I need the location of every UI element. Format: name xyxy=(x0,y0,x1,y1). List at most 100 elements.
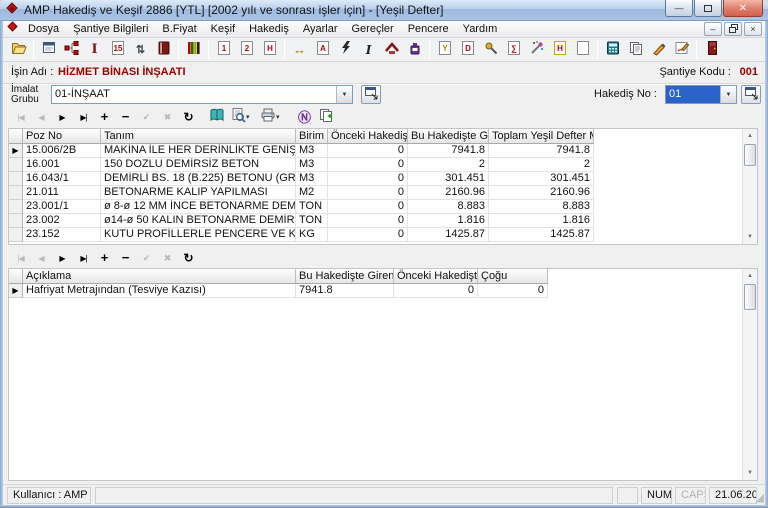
imalat-grubu-combobox[interactable]: 01-İNŞAAT ▼ xyxy=(51,85,353,104)
pozlar-cell[interactable]: MAKİNA İLE HER DERİNLİKTE GENİŞ DERİN YU… xyxy=(101,144,296,158)
pozlar-cell[interactable]: 2 xyxy=(489,158,594,172)
parameters-button[interactable]: ⇅ xyxy=(129,39,152,61)
pozlar-row-selector[interactable] xyxy=(9,186,23,200)
nav1-print-button[interactable] xyxy=(257,108,278,126)
pozlar-cell[interactable]: 0 xyxy=(328,144,408,158)
lightning-button[interactable] xyxy=(334,39,357,61)
pozlar-cell[interactable]: 7941.8 xyxy=(408,144,489,158)
nav1-print-preview-dropdown[interactable]: ▾ xyxy=(246,113,255,121)
doc-y-button[interactable]: Y xyxy=(433,39,456,61)
minimize-button[interactable]: — xyxy=(665,0,693,17)
library-button[interactable] xyxy=(182,39,205,61)
nav2-delete-button[interactable]: − xyxy=(115,249,136,267)
pozlar-cell[interactable]: 2 xyxy=(408,158,489,172)
pozlar-cell[interactable]: 23.002 xyxy=(23,214,101,228)
current-row-indicator[interactable]: ▶ xyxy=(9,144,23,158)
pozlar-cell[interactable]: 0 xyxy=(328,172,408,186)
aciklama-cell[interactable]: Hafriyat Metrajından (Tesviye Kazısı) xyxy=(23,284,296,298)
exit-door-button[interactable] xyxy=(700,39,723,61)
nav2-refresh-button[interactable]: ↻ xyxy=(178,249,199,267)
pozlar-row-2[interactable]: 16.001150 DOZLU DEMİRSİZ BETONM3022 xyxy=(9,158,594,172)
pozlar-cell[interactable]: 7941.8 xyxy=(489,144,594,158)
book-h-button[interactable]: H xyxy=(548,39,571,61)
pozlar-cell[interactable]: DEMİRLİ BS. 18 (B.225) BETONU (GRANULOME… xyxy=(101,172,296,186)
aciklama-cell[interactable]: 0 xyxy=(478,284,548,298)
current-row-indicator[interactable]: ▶ xyxy=(9,284,23,298)
nav2-insert-button[interactable]: + xyxy=(94,249,115,267)
italic-i-button[interactable]: I xyxy=(357,39,380,61)
menu-item-5[interactable]: Hakediş xyxy=(242,21,296,37)
aciklama-column-header-2[interactable]: Bu Hakedişte Giren xyxy=(296,269,394,284)
doc-2-button[interactable]: 2 xyxy=(235,39,258,61)
pozlar-row-7[interactable]: 23.152KUTU PROFİLLERLE PENCERE VE KAPI Y… xyxy=(9,228,594,242)
pozlar-cell[interactable]: 150 DOZLU DEMİRSİZ BETON xyxy=(101,158,296,172)
nav1-print-dropdown[interactable]: ▾ xyxy=(276,113,285,121)
menu-item-7[interactable]: Gereçler xyxy=(345,21,401,37)
pozlar-column-header-5[interactable]: Bu Hakedişte Giren xyxy=(408,129,489,144)
pozlar-cell[interactable]: TON xyxy=(296,200,328,214)
pozlar-cell[interactable]: 0 xyxy=(328,200,408,214)
pozlar-column-header-2[interactable]: Tanım xyxy=(101,129,296,144)
nav1-delete-button[interactable]: − xyxy=(115,108,136,126)
menu-item-9[interactable]: Yardım xyxy=(456,21,505,37)
pozlar-row-selector[interactable] xyxy=(9,200,23,214)
nav1-print-preview-button[interactable] xyxy=(227,108,248,126)
nav2-next-button[interactable]: ▶ xyxy=(52,249,73,267)
menu-item-3[interactable]: B.Fiyat xyxy=(155,21,203,37)
aciklama-column-header-1[interactable]: Açıklama xyxy=(23,269,296,284)
pozlar-cell[interactable]: ø14-ø 50 KALIN BETONARME DEMİRİ BÜKÜLÜP … xyxy=(101,214,296,228)
pozlar-cell[interactable]: 0 xyxy=(328,228,408,242)
imalat-grubu-dropdown-button[interactable]: ▼ xyxy=(336,86,352,103)
aciklama-column-header-3[interactable]: Önceki Hakedişten xyxy=(394,269,478,284)
site-tree-button[interactable] xyxy=(60,39,83,61)
menu-item-2[interactable]: Şantiye Bilgileri xyxy=(66,21,155,37)
pozlar-column-header-1[interactable]: Poz No xyxy=(23,129,101,144)
hakedis-no-combobox[interactable]: 01 ▼ xyxy=(665,85,737,104)
open-file-button[interactable] xyxy=(7,39,30,61)
pozlar-cell[interactable]: 8.883 xyxy=(408,200,489,214)
pozlar-cell[interactable]: KUTU PROFİLLERLE PENCERE VE KAPI YAPILMA… xyxy=(101,228,296,242)
pozlar-cell[interactable]: M3 xyxy=(296,158,328,172)
doc-d-button[interactable]: D xyxy=(456,39,479,61)
aciklama-cell[interactable]: 0 xyxy=(394,284,478,298)
pozlar-cell[interactable]: 15.006/2B xyxy=(23,144,101,158)
pozlar-row-6[interactable]: 23.002ø14-ø 50 KALIN BETONARME DEMİRİ BÜ… xyxy=(9,214,594,228)
pozlar-cell[interactable]: 23.001/1 xyxy=(23,200,101,214)
pozlar-cell[interactable]: 2160.96 xyxy=(489,186,594,200)
red-book-button[interactable] xyxy=(152,39,175,61)
pozlar-cell[interactable]: 2160.96 xyxy=(408,186,489,200)
pozlar-cell[interactable]: 1425.87 xyxy=(489,228,594,242)
hakedis-no-detail-button[interactable] xyxy=(741,85,761,104)
resize-grip[interactable]: ◢ xyxy=(756,491,764,504)
aciklama-column-header-4[interactable]: Çoğu xyxy=(478,269,548,284)
pozlar-cell[interactable]: 16.043/1 xyxy=(23,172,101,186)
pozlar-cell[interactable]: 1.816 xyxy=(408,214,489,228)
pozlar-cell[interactable]: 301.451 xyxy=(408,172,489,186)
scroll-up-icon[interactable]: ▲ xyxy=(743,129,757,143)
pozlar-cell[interactable]: 21.011 xyxy=(23,186,101,200)
pozlar-cell[interactable]: M3 xyxy=(296,172,328,186)
aciklama-row-1[interactable]: ▶Hafriyat Metrajından (Tesviye Kazısı)79… xyxy=(9,284,548,298)
pozlar-row-3[interactable]: 16.043/1DEMİRLİ BS. 18 (B.225) BETONU (G… xyxy=(9,172,594,186)
scroll-down-icon[interactable]: ▼ xyxy=(743,466,757,480)
pozlar-cell[interactable]: 23.152 xyxy=(23,228,101,242)
pozlar-row-5[interactable]: 23.001/1ø 8-ø 12 MM İNCE BETONARME DEMİR… xyxy=(9,200,594,214)
nav1-export-n-button[interactable]: Ⓝ xyxy=(294,108,315,126)
menu-item-1[interactable]: Dosya xyxy=(21,21,66,37)
nav1-last-button[interactable]: ▶| xyxy=(73,108,94,126)
pozlar-cell[interactable]: TON xyxy=(296,214,328,228)
pozlar-row-selector[interactable] xyxy=(9,158,23,172)
imalat-grubu-detail-button[interactable] xyxy=(361,85,381,104)
roof-button[interactable] xyxy=(380,39,403,61)
doc-a-button[interactable]: A xyxy=(311,39,334,61)
grid1-vertical-scrollbar[interactable]: ▲ ▼ xyxy=(742,129,757,244)
doc-blank-button[interactable] xyxy=(571,39,594,61)
nav1-copy-add-button[interactable] xyxy=(315,108,336,126)
monument-button[interactable]: I xyxy=(83,39,106,61)
mdi-restore-button[interactable] xyxy=(724,22,742,36)
maximize-button[interactable] xyxy=(694,0,722,17)
pozlar-cell[interactable]: 16.001 xyxy=(23,158,101,172)
nav1-preview-book-button[interactable] xyxy=(206,108,227,126)
nav1-insert-button[interactable]: + xyxy=(94,108,115,126)
ink-bottle-button[interactable] xyxy=(403,39,426,61)
